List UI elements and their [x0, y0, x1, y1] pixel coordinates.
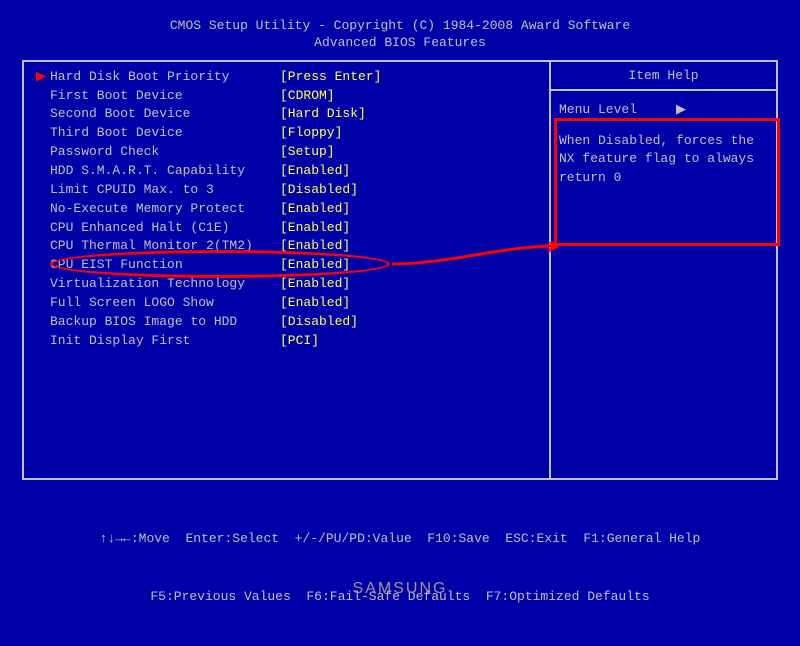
setting-label: Init Display First: [50, 332, 280, 351]
setting-label: Backup BIOS Image to HDD: [50, 313, 280, 332]
setting-value[interactable]: [Enabled]: [280, 294, 350, 313]
bios-frame: ▶Hard Disk Boot Priority[Press Enter]Fir…: [22, 60, 778, 480]
setting-label: First Boot Device: [50, 87, 280, 106]
setting-label: Third Boot Device: [50, 124, 280, 143]
header-line2: Advanced BIOS Features: [22, 35, 778, 52]
header-line1: CMOS Setup Utility - Copyright (C) 1984-…: [22, 18, 778, 35]
setting-value[interactable]: [Floppy]: [280, 124, 342, 143]
bios-footer: ↑↓→←:Move Enter:Select +/-/PU/PD:Value F…: [22, 490, 778, 646]
setting-row[interactable]: Third Boot Device[Floppy]: [30, 124, 543, 143]
setting-row[interactable]: Virtualization Technology[Enabled]: [30, 275, 543, 294]
menu-level-label: Menu Level: [559, 102, 637, 117]
bios-screen: CMOS Setup Utility - Copyright (C) 1984-…: [0, 0, 800, 600]
pointer-icon: [36, 143, 50, 162]
setting-label: Virtualization Technology: [50, 275, 280, 294]
setting-row[interactable]: Full Screen LOGO Show[Enabled]: [30, 294, 543, 313]
setting-row[interactable]: CPU EIST Function[Enabled]: [30, 256, 543, 275]
setting-value[interactable]: [PCI]: [280, 332, 319, 351]
pointer-icon: [36, 237, 50, 256]
pointer-icon: [36, 87, 50, 106]
footer-line1: ↑↓→←:Move Enter:Select +/-/PU/PD:Value F…: [22, 529, 778, 549]
setting-row[interactable]: Limit CPUID Max. to 3[Disabled]: [30, 181, 543, 200]
pointer-icon: [36, 275, 50, 294]
setting-label: Full Screen LOGO Show: [50, 294, 280, 313]
pointer-icon: [36, 200, 50, 219]
setting-value[interactable]: [Disabled]: [280, 313, 358, 332]
settings-pane: ▶Hard Disk Boot Priority[Press Enter]Fir…: [24, 62, 551, 478]
monitor-brand: SAMSUNG: [0, 580, 800, 598]
pointer-icon: [36, 313, 50, 332]
setting-value[interactable]: [Enabled]: [280, 200, 350, 219]
setting-label: HDD S.M.A.R.T. Capability: [50, 162, 280, 181]
setting-label: CPU Enhanced Halt (C1E): [50, 219, 280, 238]
setting-row[interactable]: CPU Enhanced Halt (C1E)[Enabled]: [30, 219, 543, 238]
setting-value[interactable]: [Setup]: [280, 143, 335, 162]
setting-row[interactable]: CPU Thermal Monitor 2(TM2)[Enabled]: [30, 237, 543, 256]
setting-row[interactable]: HDD S.M.A.R.T. Capability[Enabled]: [30, 162, 543, 181]
setting-row[interactable]: Second Boot Device[Hard Disk]: [30, 105, 543, 124]
menu-level-arrow-icon: ▶: [676, 102, 686, 117]
setting-value[interactable]: [Press Enter]: [280, 68, 381, 87]
setting-label: CPU EIST Function: [50, 256, 280, 275]
setting-value[interactable]: [Enabled]: [280, 275, 350, 294]
setting-value[interactable]: [Disabled]: [280, 181, 358, 200]
setting-value[interactable]: [Enabled]: [280, 162, 350, 181]
setting-label: Hard Disk Boot Priority: [50, 68, 280, 87]
bios-header: CMOS Setup Utility - Copyright (C) 1984-…: [22, 18, 778, 52]
setting-row[interactable]: First Boot Device[CDROM]: [30, 87, 543, 106]
setting-value[interactable]: [Hard Disk]: [280, 105, 366, 124]
pointer-icon: ▶: [36, 68, 50, 87]
setting-row[interactable]: ▶Hard Disk Boot Priority[Press Enter]: [30, 68, 543, 87]
setting-row[interactable]: Init Display First[PCI]: [30, 332, 543, 351]
pointer-icon: [36, 124, 50, 143]
pointer-icon: [36, 162, 50, 181]
item-help-title: Item Help: [551, 62, 776, 91]
setting-row[interactable]: Backup BIOS Image to HDD[Disabled]: [30, 313, 543, 332]
setting-label: Second Boot Device: [50, 105, 280, 124]
setting-value[interactable]: [Enabled]: [280, 219, 350, 238]
pointer-icon: [36, 219, 50, 238]
setting-value[interactable]: [CDROM]: [280, 87, 335, 106]
item-help-pane: Item Help Menu Level ▶ When Disabled, fo…: [551, 62, 776, 478]
setting-value[interactable]: [Enabled]: [280, 237, 350, 256]
setting-label: Limit CPUID Max. to 3: [50, 181, 280, 200]
pointer-icon: [36, 332, 50, 351]
item-help-body: Menu Level ▶ When Disabled, forces the N…: [551, 91, 776, 198]
setting-label: No-Execute Memory Protect: [50, 200, 280, 219]
pointer-icon: [36, 294, 50, 313]
menu-level: Menu Level ▶: [559, 101, 768, 120]
pointer-icon: [36, 181, 50, 200]
pointer-icon: [36, 256, 50, 275]
setting-label: CPU Thermal Monitor 2(TM2): [50, 237, 280, 256]
setting-row[interactable]: Password Check[Setup]: [30, 143, 543, 162]
pointer-icon: [36, 105, 50, 124]
setting-row[interactable]: No-Execute Memory Protect[Enabled]: [30, 200, 543, 219]
setting-value[interactable]: [Enabled]: [280, 256, 350, 275]
setting-label: Password Check: [50, 143, 280, 162]
item-help-description: When Disabled, forces the NX feature fla…: [559, 132, 768, 189]
